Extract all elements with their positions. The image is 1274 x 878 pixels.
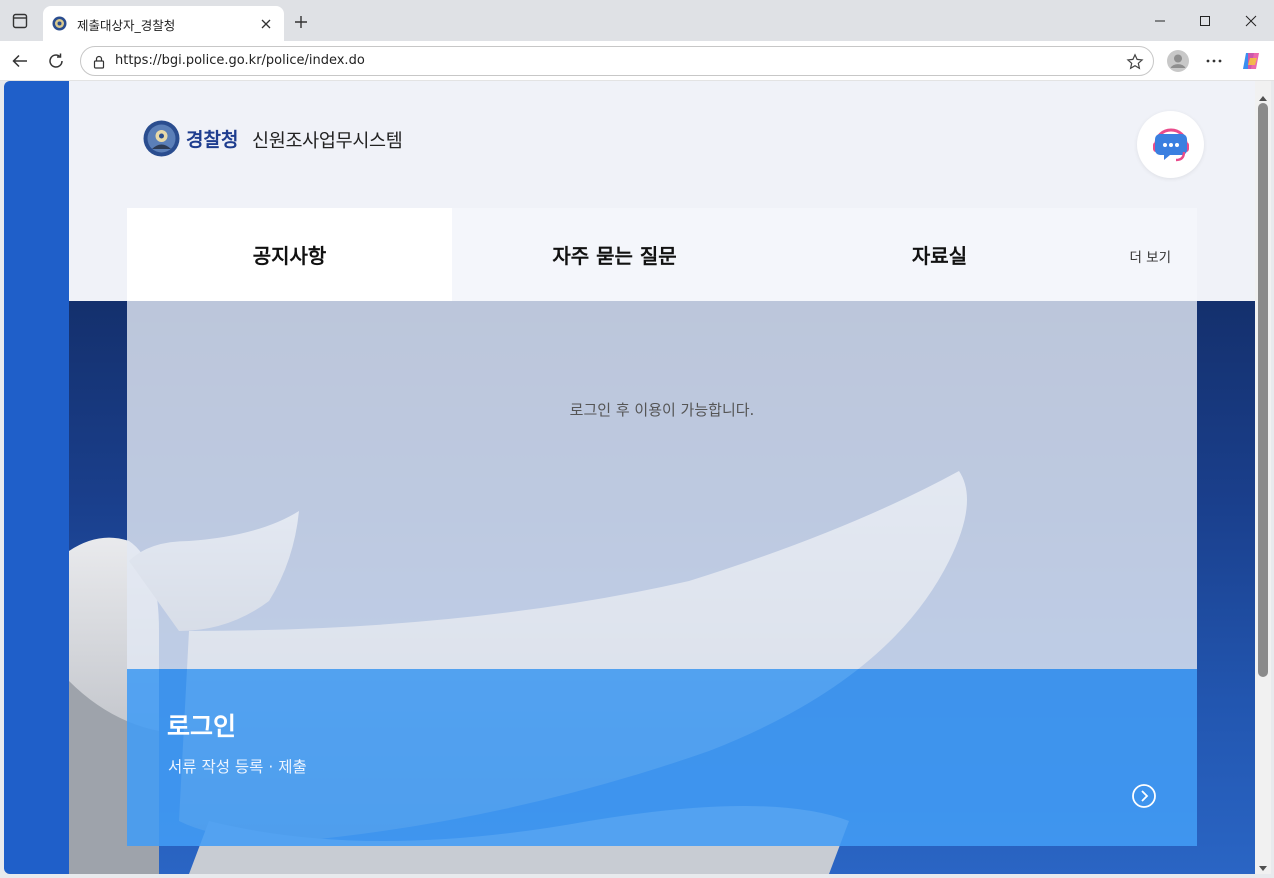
- profile-icon[interactable]: [1165, 48, 1191, 74]
- favicon-icon: [52, 16, 67, 31]
- web-page: 경찰청 신원조사업무시스템 공지사항 자주 묻는 질문 자료실 더 보기 로그인…: [69, 81, 1255, 874]
- maximize-icon[interactable]: [1182, 6, 1228, 36]
- close-window-icon[interactable]: [1228, 6, 1274, 36]
- login-panel[interactable]: 로그인 서류 작성 등록 · 제출: [127, 669, 1197, 846]
- scroll-up-icon[interactable]: [1258, 87, 1268, 101]
- chatbot-button[interactable]: [1137, 111, 1204, 178]
- tab-faq[interactable]: 자주 묻는 질문: [452, 208, 777, 301]
- tab-faq-label: 자주 묻는 질문: [552, 244, 677, 268]
- tab-archive-label: 자료실: [911, 244, 968, 268]
- url-text: https://bgi.police.go.kr/police/index.do: [115, 53, 365, 68]
- tab-notice[interactable]: 공지사항: [127, 208, 452, 301]
- tab-title: 제출대상자_경찰청: [77, 18, 176, 33]
- login-title[interactable]: 로그인: [167, 707, 236, 743]
- chatbot-icon: [1152, 128, 1189, 161]
- plus-icon[interactable]: [289, 10, 313, 34]
- tab-strip: 제출대상자_경찰청: [0, 0, 1274, 41]
- tab-notice-label: 공지사항: [252, 244, 327, 268]
- browser-tab[interactable]: 제출대상자_경찰청: [43, 6, 284, 41]
- scroll-down-icon[interactable]: [1258, 858, 1268, 871]
- police-emblem-icon[interactable]: [143, 120, 180, 157]
- login-subtitle: 서류 작성 등록 · 제출: [168, 758, 307, 776]
- address-bar[interactable]: https://bgi.police.go.kr/police/index.do: [80, 46, 1154, 76]
- left-accent-strip: [4, 81, 69, 874]
- minimize-icon[interactable]: [1137, 6, 1183, 36]
- star-icon[interactable]: [1126, 53, 1144, 71]
- notice-panel: 로그인 후 이용이 가능합니다.: [127, 301, 1197, 669]
- tab-archive[interactable]: 자료실: [777, 208, 1102, 301]
- browser-window: 제출대상자_경찰청 https://bgi.police.go.kr/polic…: [0, 0, 1274, 878]
- vertical-scrollbar[interactable]: [1255, 81, 1271, 874]
- scrollbar-thumb[interactable]: [1258, 103, 1268, 677]
- arrow-right-circle-icon[interactable]: [1131, 783, 1157, 809]
- board-tabs: 공지사항 자주 묻는 질문 자료실 더 보기: [127, 208, 1197, 301]
- lock-icon: [92, 54, 106, 69]
- close-icon[interactable]: [258, 16, 274, 32]
- more-link[interactable]: 더 보기: [1129, 246, 1171, 266]
- login-required-message: 로그인 후 이용이 가능합니다.: [569, 401, 755, 419]
- window-menu-icon[interactable]: [8, 8, 32, 34]
- brand-name[interactable]: 경찰청: [186, 125, 238, 152]
- system-title[interactable]: 신원조사업무시스템: [252, 127, 403, 153]
- browser-toolbar: https://bgi.police.go.kr/police/index.do: [0, 41, 1274, 81]
- copilot-icon[interactable]: [1238, 48, 1264, 74]
- more-icon[interactable]: [1201, 48, 1227, 74]
- back-arrow-icon[interactable]: [7, 48, 33, 74]
- reload-icon[interactable]: [43, 48, 69, 74]
